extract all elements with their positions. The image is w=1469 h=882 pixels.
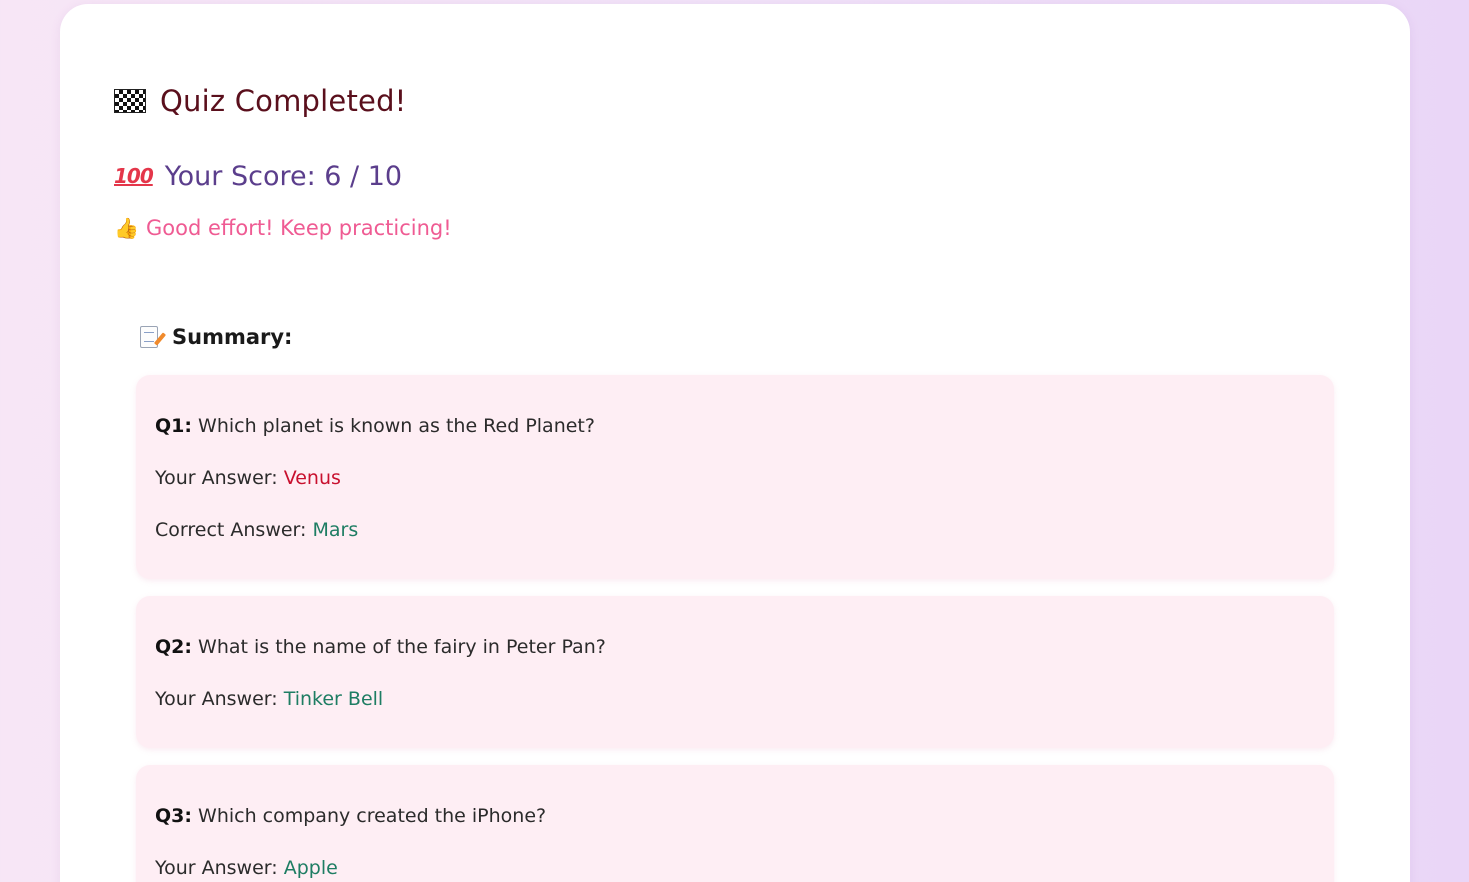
your-answer-label: Your Answer: <box>155 857 278 879</box>
feedback-row: 👍 Good effort! Keep practicing! <box>114 212 452 244</box>
question-text: Which company created the iPhone? <box>198 805 547 827</box>
your-answer-value: Tinker Bell <box>283 688 384 710</box>
question-card: Q3: Which company created the iPhone? Yo… <box>136 765 1334 882</box>
correct-answer-value: Mars <box>312 519 359 541</box>
question-text: Which planet is known as the Red Planet? <box>198 415 595 437</box>
score-row: 100 Your Score: 6 / 10 <box>114 156 402 196</box>
question-card: Q2: What is the name of the fairy in Pet… <box>136 596 1334 748</box>
question-line: Q1: Which planet is known as the Red Pla… <box>155 415 595 437</box>
your-answer-value: Apple <box>283 857 338 879</box>
hundred-points-icon: 100 <box>114 164 154 188</box>
your-answer-line: Your Answer: Tinker Bell <box>155 688 383 710</box>
your-answer-value: Venus <box>283 467 341 489</box>
question-line: Q3: Which company created the iPhone? <box>155 805 546 827</box>
correct-answer-label: Correct Answer: <box>155 519 307 541</box>
your-answer-label: Your Answer: <box>155 467 278 489</box>
your-answer-line: Your Answer: Venus <box>155 467 341 489</box>
question-number: Q2: <box>155 636 192 658</box>
your-answer-line: Your Answer: Apple <box>155 857 338 879</box>
question-text: What is the name of the fairy in Peter P… <box>198 636 606 658</box>
correct-answer-line: Correct Answer: Mars <box>155 519 358 541</box>
results-card: Quiz Completed! 100 Your Score: 6 / 10 👍… <box>60 4 1410 882</box>
question-card: Q1: Which planet is known as the Red Pla… <box>136 375 1334 579</box>
feedback-message: Good effort! Keep practicing! <box>146 216 452 240</box>
question-number: Q1: <box>155 415 192 437</box>
your-answer-label: Your Answer: <box>155 688 278 710</box>
question-line: Q2: What is the name of the fairy in Pet… <box>155 636 606 658</box>
checkered-flag-icon <box>114 89 146 113</box>
score-text: Your Score: 6 / 10 <box>164 160 403 192</box>
thumbs-up-icon: 👍 <box>114 216 139 240</box>
results-title-row: Quiz Completed! <box>114 80 407 122</box>
summary-heading-row: Summary: <box>140 320 292 354</box>
memo-icon <box>140 326 158 348</box>
question-number: Q3: <box>155 805 192 827</box>
summary-title: Summary: <box>172 325 293 349</box>
page-title: Quiz Completed! <box>160 84 407 118</box>
